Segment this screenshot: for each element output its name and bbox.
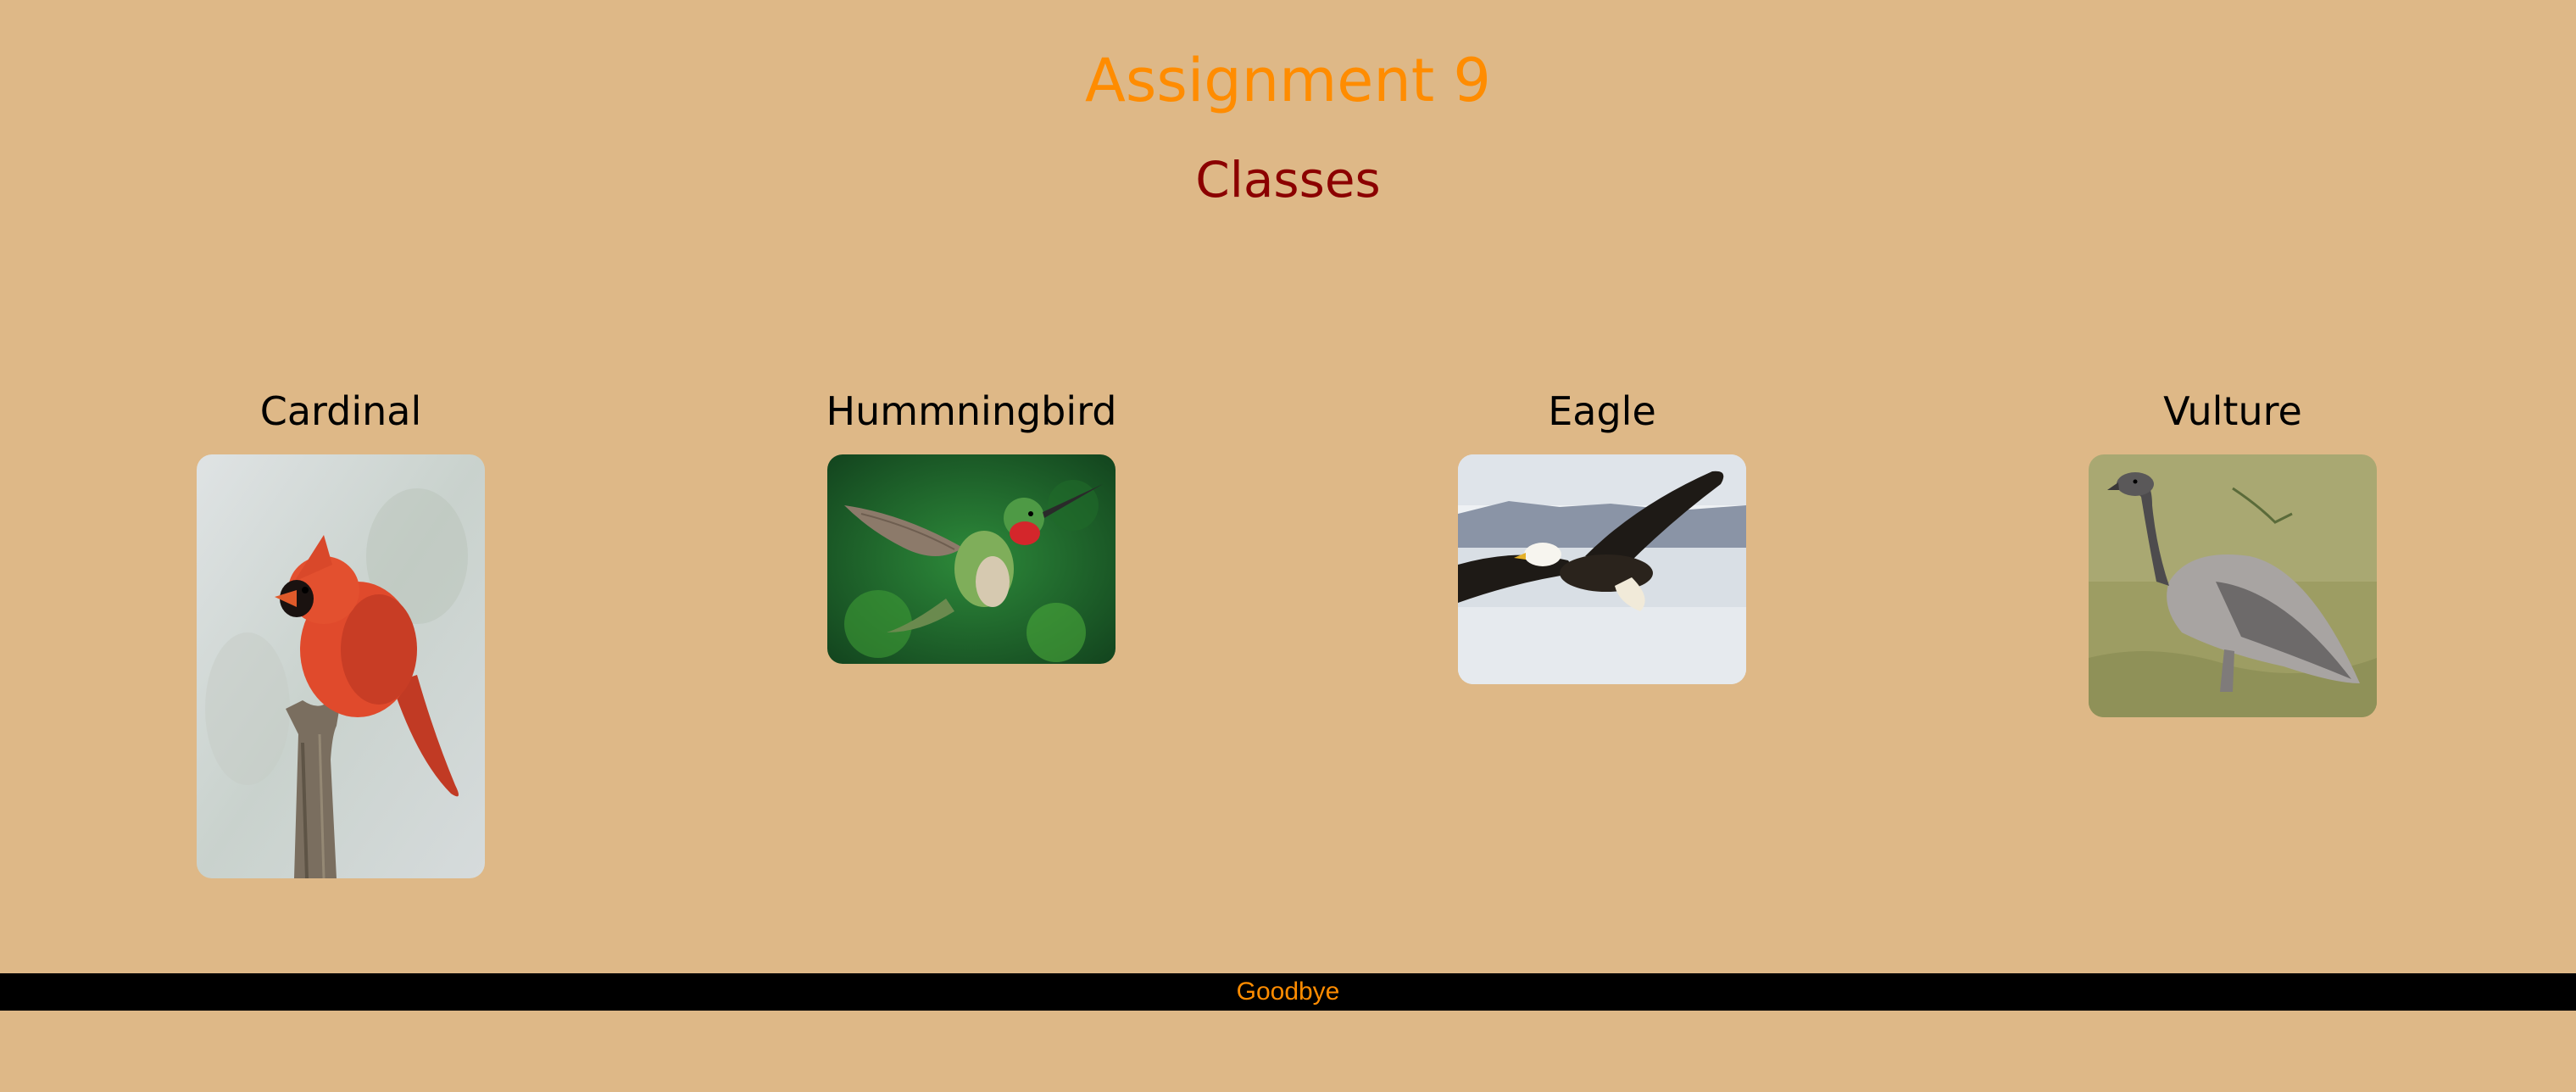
hummingbird-image (827, 454, 1116, 664)
bird-name-vulture: Vulture (2163, 388, 2302, 434)
bird-card-hummingbird: Hummningbird (759, 382, 1183, 664)
footer-text: Goodbye (1236, 978, 1340, 1006)
eagle-image (1458, 454, 1746, 684)
cardinal-image (197, 454, 485, 878)
bird-card-cardinal: Cardinal (129, 382, 553, 878)
bird-card-vulture: Vulture (2021, 382, 2445, 717)
page-subtitle: Classes (1195, 151, 1381, 209)
footer-bar: Goodbye (0, 973, 2576, 1011)
bird-name-hummingbird: Hummningbird (826, 388, 1117, 434)
bird-name-eagle: Eagle (1548, 388, 1656, 434)
page-title: Assignment 9 (1085, 46, 1491, 115)
bird-card-eagle: Eagle (1390, 382, 1814, 684)
vulture-image (2089, 454, 2377, 717)
bird-name-cardinal: Cardinal (259, 388, 422, 434)
